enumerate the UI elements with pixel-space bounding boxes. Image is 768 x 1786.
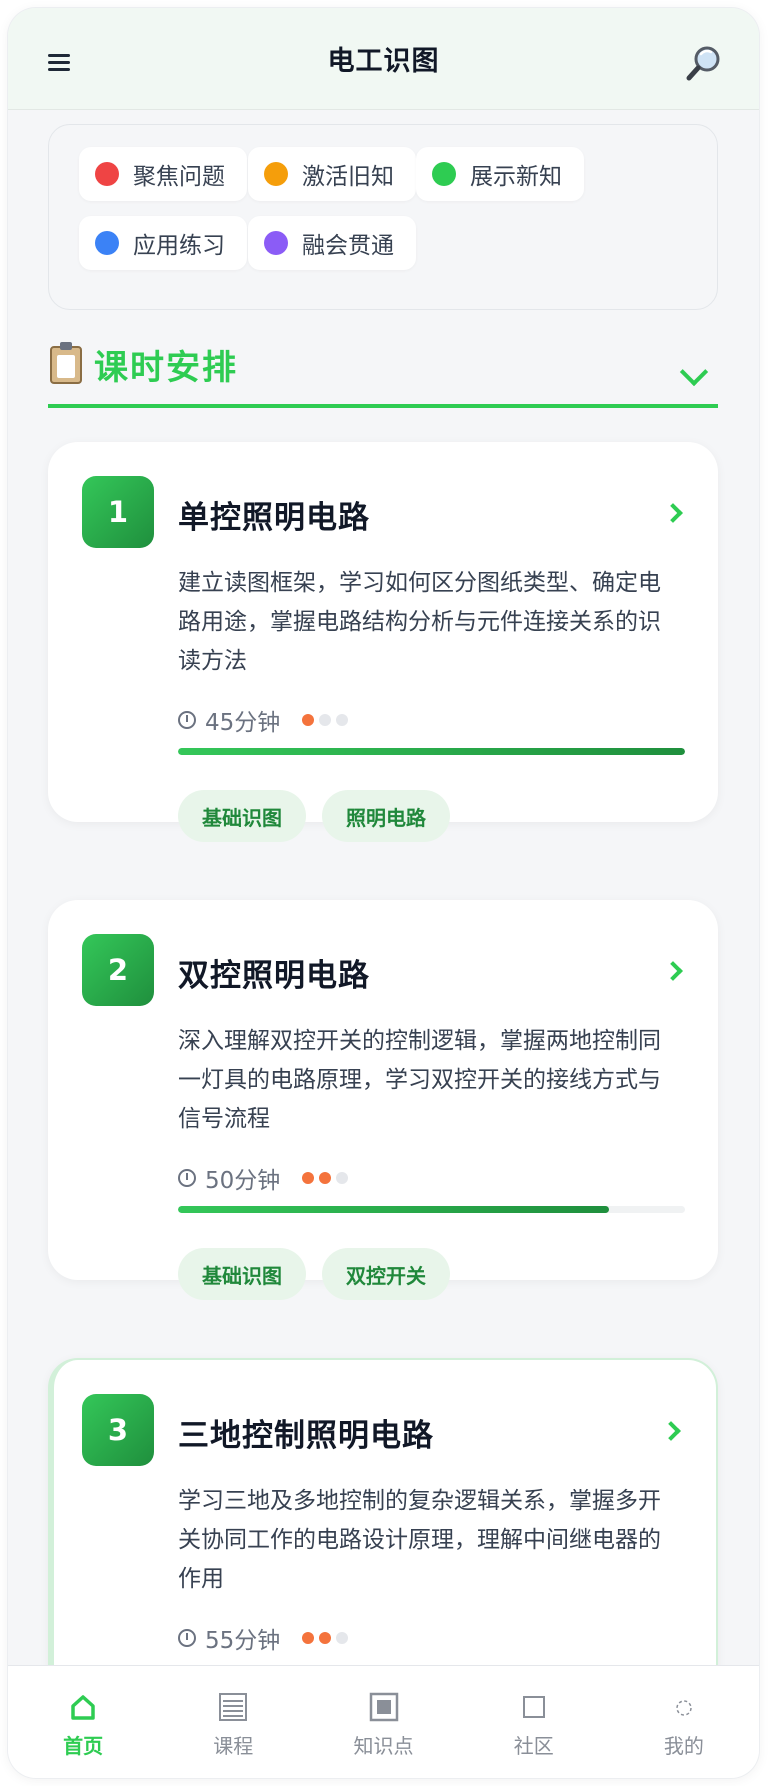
lesson-card-2[interactable]: 2 双控照明电路 深入理解双控开关的控制逻辑，掌握两地控制同一灯具的电路原理，学…: [48, 900, 718, 1300]
lesson-title: 双控照明电路: [178, 958, 370, 994]
page-title: 电工识图: [327, 46, 440, 77]
clock-icon: [178, 1629, 196, 1647]
tag[interactable]: 基础识图: [178, 1248, 306, 1300]
nav-profile[interactable]: 我的: [609, 1666, 759, 1778]
chevron-down-icon[interactable]: [679, 357, 709, 387]
app-screen: 电工识图 聚焦问题 激活旧知 展示新知 应用练习 融会贯通 课时安排 1 单控照…: [8, 8, 759, 1778]
difficulty-dots: [302, 714, 349, 726]
bottom-nav: 首页 课程 知识点 社区 我的: [8, 1665, 759, 1778]
lesson-number-badge: 2: [82, 934, 154, 1006]
lesson-duration: 55分钟: [205, 1628, 281, 1654]
lesson-tags: 基础识图 照明电路: [178, 790, 450, 842]
stage-legend: 聚焦问题 激活旧知 展示新知 应用练习 融会贯通: [48, 124, 718, 310]
nav-label: 我的: [663, 1734, 704, 1758]
legend-item-focus: 聚焦问题: [79, 147, 247, 201]
tag[interactable]: 双控开关: [322, 1248, 450, 1300]
nav-label: 社区: [513, 1734, 554, 1758]
lesson-number-badge: 3: [82, 1394, 154, 1466]
nav-course[interactable]: 课程: [158, 1666, 308, 1778]
legend-item-demonstrate: 展示新知: [416, 147, 584, 201]
legend-label: 激活旧知: [302, 164, 394, 190]
chevron-right-icon[interactable]: [663, 961, 683, 981]
legend-label: 聚焦问题: [133, 164, 225, 190]
lesson-title: 三地控制照明电路: [178, 1418, 434, 1454]
scroll-content[interactable]: 聚焦问题 激活旧知 展示新知 应用练习 融会贯通 课时安排 1 单控照明电路 建…: [8, 110, 759, 1665]
menu-icon[interactable]: [48, 54, 70, 72]
legend-item-apply: 应用练习: [79, 216, 247, 270]
home-icon: [68, 1688, 98, 1726]
lesson-duration: 45分钟: [205, 710, 281, 736]
clock-icon: [178, 711, 196, 729]
lesson-meta: 50分钟: [178, 1162, 349, 1194]
legend-label: 展示新知: [470, 164, 562, 190]
purple-dot-icon: [264, 231, 288, 255]
tag[interactable]: 照明电路: [322, 790, 450, 842]
lesson-card-3[interactable]: 3 三地控制照明电路 学习三地及多地控制的复杂逻辑关系，掌握多开关协同工作的电路…: [48, 1358, 718, 1665]
nav-label: 知识点: [353, 1734, 414, 1758]
course-icon: [217, 1688, 249, 1726]
lesson-description: 深入理解双控开关的控制逻辑，掌握两地控制同一灯具的电路原理，学习双控开关的接线方…: [178, 1028, 661, 1132]
nav-knowledge[interactable]: 知识点: [308, 1666, 458, 1778]
difficulty-dots: [302, 1632, 349, 1644]
lesson-title: 单控照明电路: [178, 500, 370, 536]
legend-item-integrate: 融会贯通: [248, 216, 416, 270]
nav-community[interactable]: 社区: [459, 1666, 609, 1778]
section-title: 课时安排: [94, 348, 238, 388]
lesson-number-badge: 1: [82, 476, 154, 548]
legend-label: 应用练习: [133, 233, 225, 259]
section-header-schedule[interactable]: 课时安排: [48, 340, 718, 408]
chevron-right-icon[interactable]: [661, 1421, 681, 1441]
profile-icon: [673, 1688, 695, 1726]
orange-dot-icon: [264, 162, 288, 186]
nav-label: 首页: [63, 1734, 104, 1758]
lesson-meta: 55分钟: [178, 1622, 349, 1654]
nav-home[interactable]: 首页: [8, 1666, 158, 1778]
search-icon[interactable]: [685, 44, 725, 84]
legend-item-activate: 激活旧知: [248, 147, 416, 201]
top-bar: 电工识图: [8, 8, 759, 110]
legend-label: 融会贯通: [302, 233, 394, 259]
green-dot-icon: [432, 162, 456, 186]
clipboard-icon: [50, 342, 82, 384]
nav-label: 课程: [213, 1734, 254, 1758]
lesson-description: 学习三地及多地控制的复杂逻辑关系，掌握多开关协同工作的电路设计原理，理解中间继电…: [178, 1488, 661, 1592]
red-dot-icon: [95, 162, 119, 186]
clock-icon: [178, 1169, 196, 1187]
tag[interactable]: 基础识图: [178, 790, 306, 842]
community-icon: [521, 1688, 547, 1726]
lesson-progress-bar: [178, 1206, 685, 1213]
knowledge-icon: [368, 1688, 400, 1726]
blue-dot-icon: [95, 231, 119, 255]
lesson-tags: 基础识图 双控开关: [178, 1248, 450, 1300]
lesson-card-1[interactable]: 1 单控照明电路 建立读图框架，学习如何区分图纸类型、确定电路用途，掌握电路结构…: [48, 442, 718, 842]
lesson-meta: 45分钟: [178, 704, 349, 736]
chevron-right-icon[interactable]: [663, 503, 683, 523]
lesson-description: 建立读图框架，学习如何区分图纸类型、确定电路用途，掌握电路结构分析与元件连接关系…: [178, 570, 661, 674]
lesson-progress-bar: [178, 748, 685, 755]
lesson-duration: 50分钟: [205, 1168, 281, 1194]
difficulty-dots: [302, 1172, 349, 1184]
